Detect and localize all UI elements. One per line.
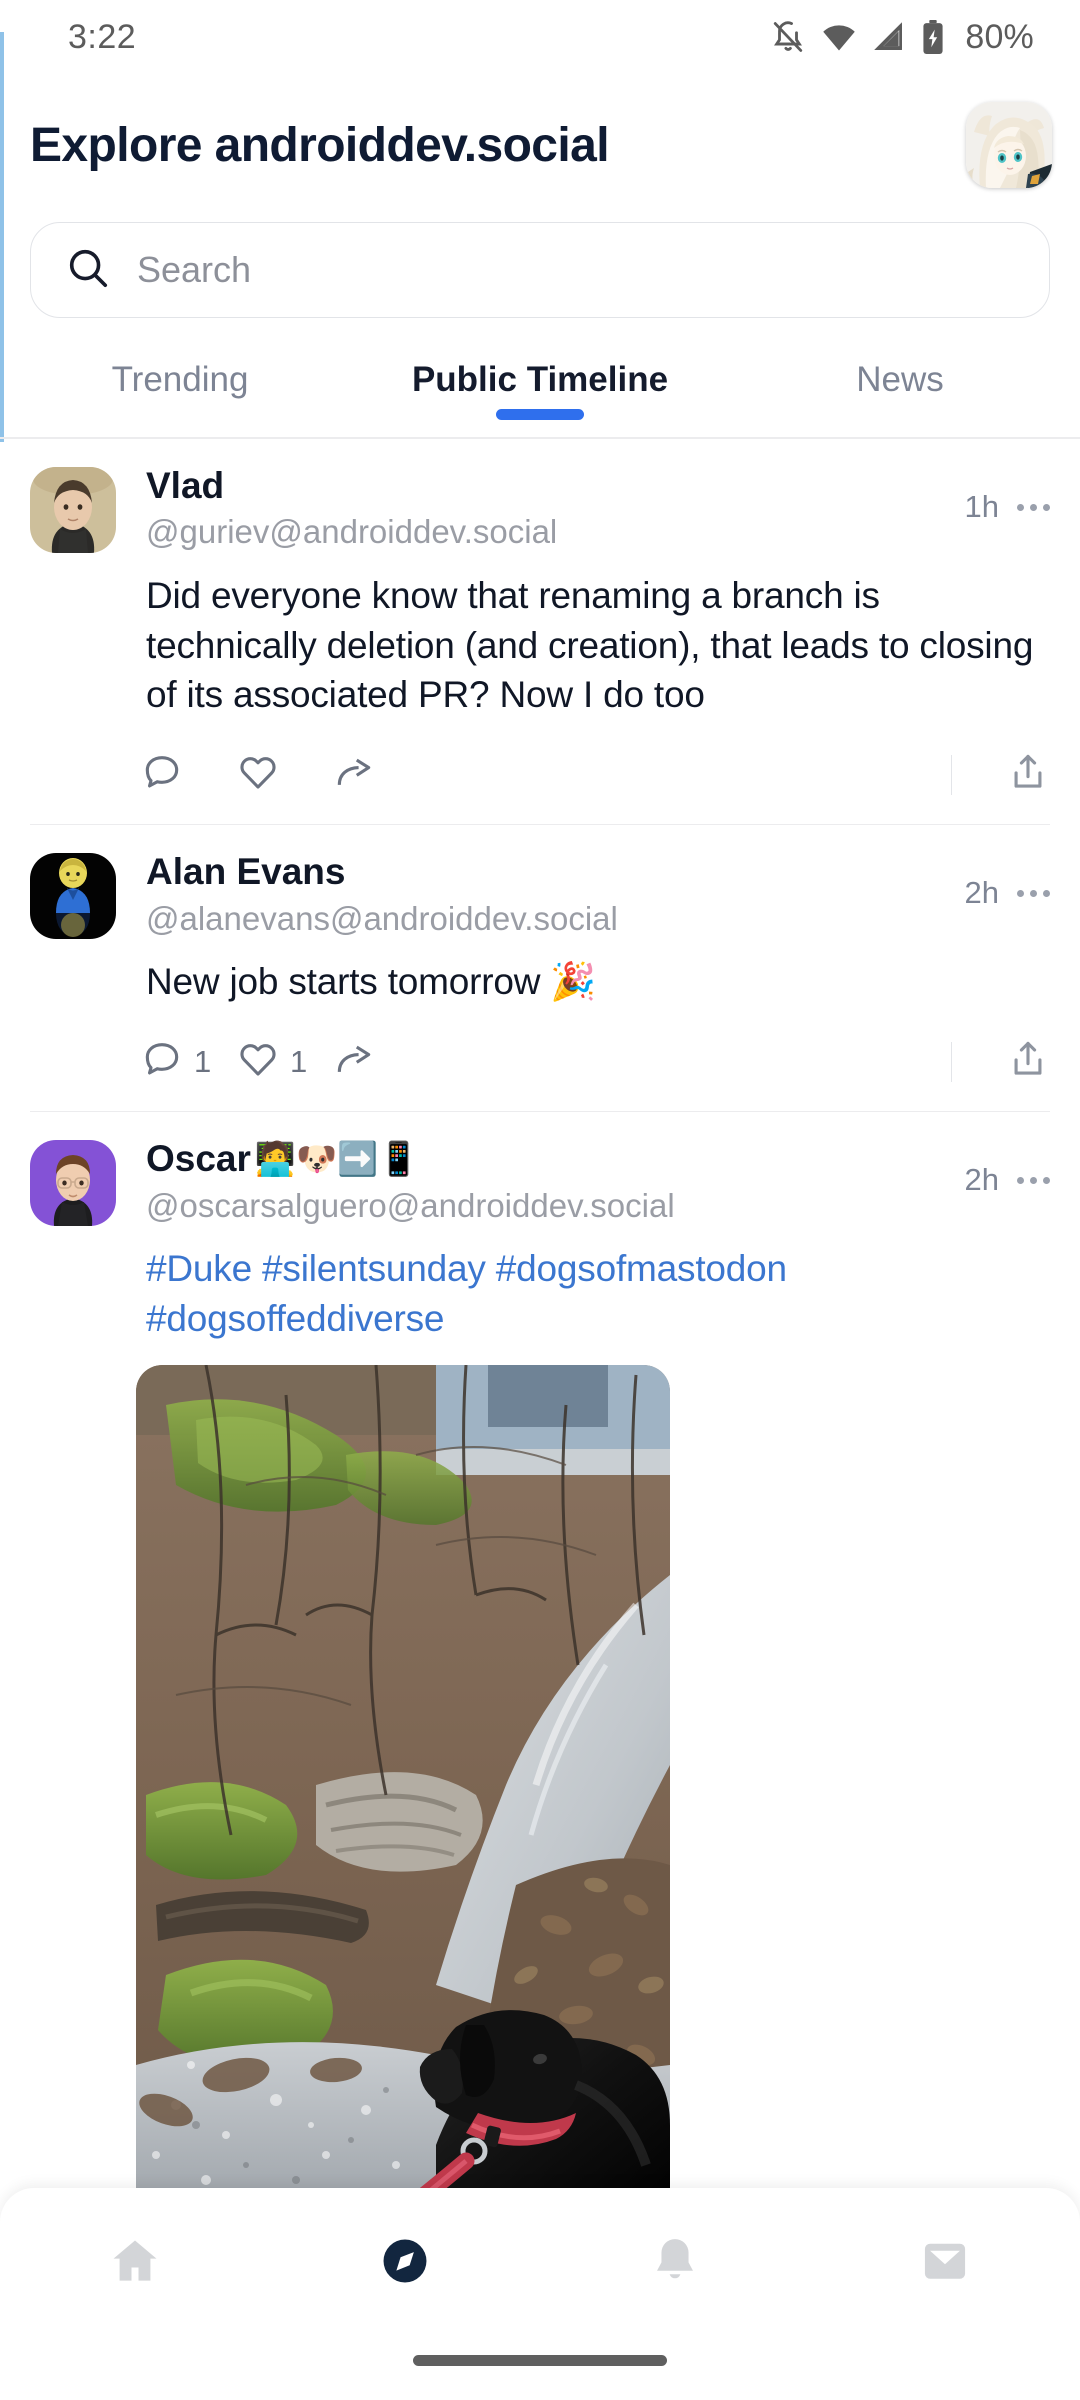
tab-news[interactable]: News: [720, 348, 1080, 400]
post-display-name-text: Vlad: [146, 465, 225, 506]
nav-item-home[interactable]: [0, 2188, 270, 2338]
wifi-icon: [821, 22, 857, 52]
post-media[interactable]: [30, 1343, 1050, 2226]
post-timestamp: 2h: [964, 1162, 999, 1198]
app-screen: 3:22 80% Explore androiddev.social Searc…: [0, 0, 1080, 2400]
more-options-icon[interactable]: [1017, 1176, 1050, 1184]
more-options-icon[interactable]: [1017, 503, 1050, 511]
post-action-bar: [30, 720, 1050, 804]
table-row[interactable]: Vlad @guriev@androiddev.social 1h Did ev…: [0, 439, 1080, 826]
nav-item-messages[interactable]: [810, 2188, 1080, 2338]
post-display-name-text: Oscar: [146, 1138, 251, 1180]
tab-trending[interactable]: Trending: [0, 348, 360, 400]
post-header: Alan Evans @alanevans@androiddev.social …: [30, 849, 1050, 940]
bottom-navigation-bar: [0, 2188, 1080, 2400]
signal-icon: [873, 22, 905, 52]
page-title: Explore androiddev.social: [30, 118, 610, 172]
avatar[interactable]: [30, 853, 116, 940]
post-display-name-text: Alan Evans: [146, 851, 346, 893]
boost-button[interactable]: [332, 750, 428, 799]
nav-item-explore[interactable]: [270, 2188, 540, 2338]
post-content: Did everyone know that renaming a branch…: [146, 575, 1034, 716]
post-display-name: Oscar 🧑‍💻🐶➡️📱: [146, 1138, 965, 1179]
boost-icon: [332, 750, 376, 799]
compass-icon: [377, 2233, 433, 2294]
favorite-button[interactable]: 1: [236, 1037, 332, 1086]
tab-news-label: News: [856, 360, 944, 399]
post-meta: 1h: [965, 463, 1050, 525]
avatar[interactable]: [30, 467, 116, 553]
post-timestamp: 2h: [964, 875, 999, 911]
tab-active-indicator: [496, 409, 584, 420]
post-author: Oscar 🧑‍💻🐶➡️📱 @oscarsalguero@androiddev.…: [116, 1136, 965, 1224]
mail-icon: [917, 2233, 973, 2294]
tab-trending-label: Trending: [111, 360, 249, 399]
app-header: Explore androiddev.social: [0, 86, 1080, 204]
battery-charging-icon: [921, 20, 945, 54]
nav-item-notifications[interactable]: [540, 2188, 810, 2338]
timeline-feed: Vlad @guriev@androiddev.social 1h Did ev…: [0, 439, 1080, 2226]
bell-icon: [647, 2233, 703, 2294]
post-header: Vlad @guriev@androiddev.social 1h: [30, 463, 1050, 553]
home-icon: [107, 2233, 163, 2294]
post-action-bar: 1 1: [30, 1007, 1050, 1091]
heart-icon: [236, 1037, 280, 1086]
status-time: 3:22: [68, 17, 137, 56]
search-icon: [65, 245, 111, 296]
post-author: Alan Evans @alanevans@androiddev.social: [116, 849, 965, 937]
reply-button[interactable]: [140, 750, 236, 799]
post-image[interactable]: [136, 1365, 670, 2226]
post-handle: @alanevans@androiddev.social: [146, 899, 618, 937]
bottom-nav-items: [0, 2188, 1080, 2338]
post-display-name-emoji: 🧑‍💻🐶➡️📱: [254, 1139, 420, 1177]
post-timestamp: 1h: [964, 489, 999, 524]
heart-icon: [236, 750, 280, 799]
tab-bar: Trending Public Timeline News: [0, 348, 1080, 432]
post-hashtags[interactable]: #Duke #silentsunday #dogsofmastodon #dog…: [30, 1226, 1050, 1343]
tab-public-timeline[interactable]: Public Timeline: [360, 348, 720, 420]
battery-percent: 80%: [965, 17, 1034, 56]
post-meta: 2h: [965, 849, 1050, 911]
favorite-button[interactable]: [236, 750, 332, 799]
post-author: Vlad @guriev@androiddev.social: [116, 463, 965, 551]
share-button[interactable]: [1006, 1037, 1050, 1086]
action-divider: [950, 1041, 952, 1082]
search-input[interactable]: Search: [30, 222, 1050, 318]
share-button[interactable]: [1006, 750, 1050, 799]
bell-off-icon: [771, 20, 805, 54]
boost-button[interactable]: [332, 1037, 428, 1086]
reply-count: 1: [194, 1043, 212, 1079]
post-handle: @guriev@androiddev.social: [146, 513, 558, 551]
share-icon: [1006, 1037, 1050, 1086]
post-display-name: Alan Evans: [146, 851, 965, 892]
share-icon: [1006, 750, 1050, 799]
more-options-icon[interactable]: [1017, 889, 1050, 897]
reply-icon: [140, 1037, 184, 1086]
search-placeholder: Search: [137, 249, 252, 290]
profile-avatar[interactable]: [966, 102, 1052, 188]
favorite-count: 1: [290, 1043, 308, 1079]
home-indicator[interactable]: [413, 2355, 667, 2366]
table-row[interactable]: Alan Evans @alanevans@androiddev.social …: [0, 825, 1080, 1113]
reply-button[interactable]: 1: [140, 1037, 236, 1086]
post-header: Oscar 🧑‍💻🐶➡️📱 @oscarsalguero@androiddev.…: [30, 1136, 1050, 1227]
boost-icon: [332, 1037, 376, 1086]
table-row[interactable]: Oscar 🧑‍💻🐶➡️📱 @oscarsalguero@androiddev.…: [0, 1112, 1080, 2226]
post-meta: 2h: [965, 1136, 1050, 1198]
post-display-name: Vlad: [146, 465, 965, 506]
tab-public-timeline-label: Public Timeline: [411, 360, 669, 399]
status-bar: 3:22 80%: [0, 0, 1080, 74]
post-content: New job starts tomorrow 🎉: [146, 961, 597, 1003]
reply-icon: [140, 750, 184, 799]
avatar[interactable]: [30, 1140, 116, 1227]
action-divider: [950, 754, 952, 795]
status-icons: 80%: [771, 18, 1034, 57]
post-handle: @oscarsalguero@androiddev.social: [146, 1186, 675, 1224]
